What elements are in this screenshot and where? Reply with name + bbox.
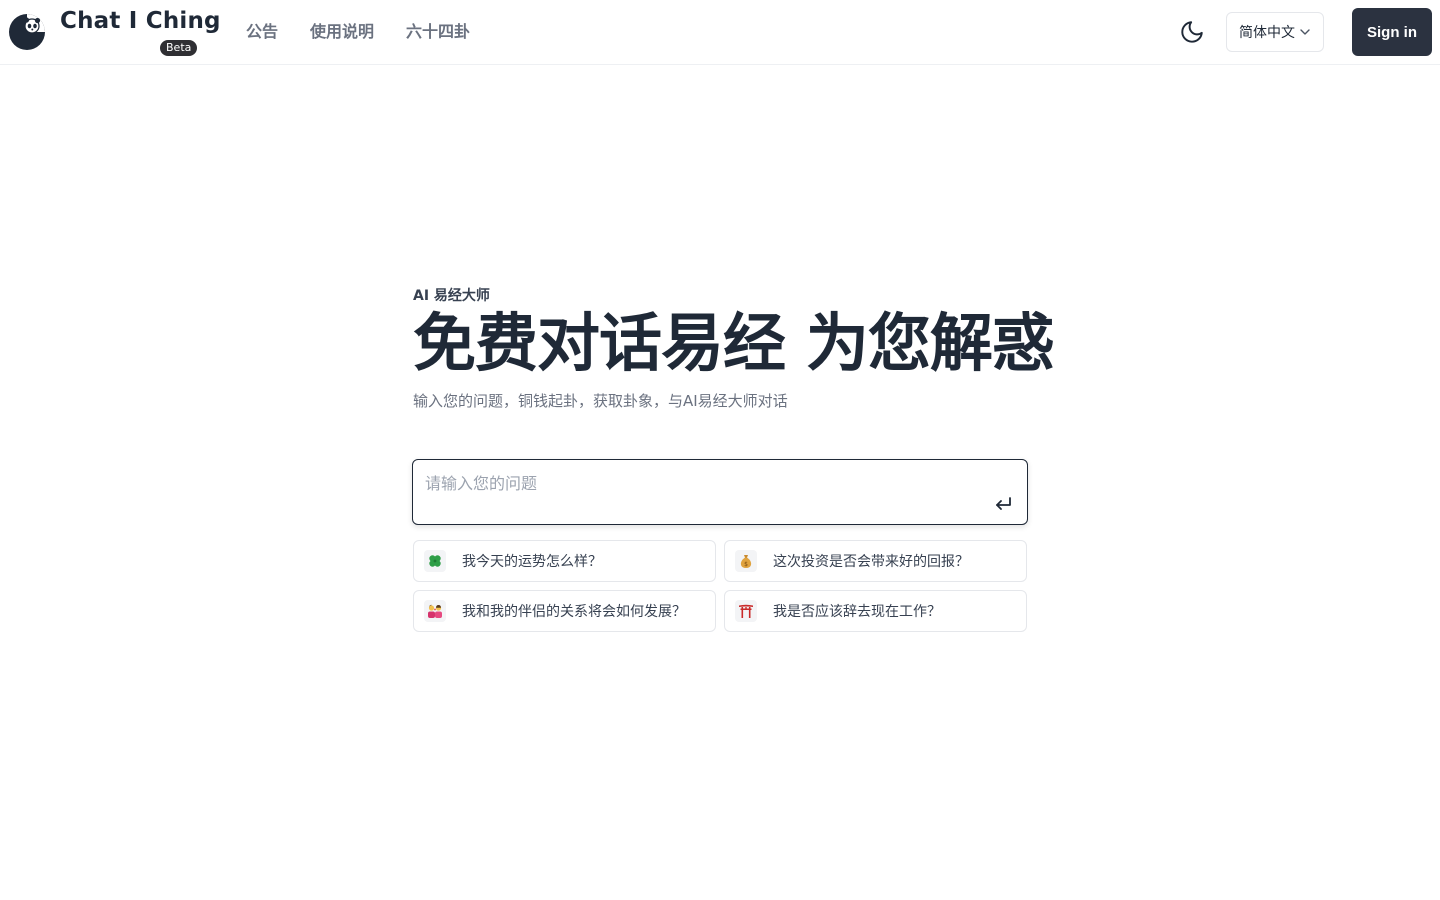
- nav-hexagrams[interactable]: 六十四卦: [406, 21, 470, 43]
- nav-instructions[interactable]: 使用说明: [310, 21, 374, 43]
- couple-icon: [424, 600, 446, 622]
- language-label: 简体中文: [1239, 25, 1295, 41]
- four-leaf-clover-icon: [424, 550, 446, 572]
- suggestion-text: 我今天的运势怎么样？: [462, 554, 602, 570]
- language-select[interactable]: 简体中文: [1226, 12, 1324, 52]
- suggestion-text: 我和我的伴侣的关系将会如何发展？: [462, 604, 686, 620]
- question-input-container: [412, 459, 1028, 525]
- main-nav: 公告 使用说明 六十四卦: [246, 21, 470, 43]
- question-input[interactable]: [413, 460, 973, 524]
- nav-announcements[interactable]: 公告: [246, 21, 278, 43]
- moon-icon: [1181, 21, 1203, 43]
- top-bar: Chat I Ching Beta 公告 使用说明 六十四卦 简体中文 Sign…: [0, 0, 1440, 65]
- suggestion-card[interactable]: 我和我的伴侣的关系将会如何发展？: [413, 590, 716, 632]
- torii-gate-icon: [735, 600, 757, 622]
- panda-logo-icon[interactable]: [8, 13, 46, 51]
- suggestion-card[interactable]: 我是否应该辞去现在工作？: [724, 590, 1027, 632]
- theme-toggle-button[interactable]: [1176, 16, 1208, 48]
- suggestion-card[interactable]: 我今天的运势怎么样？: [413, 540, 716, 582]
- money-bag-icon: $: [735, 550, 757, 572]
- sign-in-button[interactable]: Sign in: [1352, 8, 1432, 56]
- page-subtitle: 输入您的问题，铜钱起卦，获取卦象，与AI易经大师对话: [413, 392, 788, 410]
- eyebrow-label: AI 易经大师: [413, 288, 490, 304]
- suggestion-grid: 我今天的运势怎么样？ $ 这次投资是否会带来好的回报？ 我和我的伴侣的关系将会如…: [413, 540, 1027, 632]
- svg-text:$: $: [744, 561, 748, 568]
- suggestion-card[interactable]: $ 这次投资是否会带来好的回报？: [724, 540, 1027, 582]
- chevron-down-icon: [1300, 29, 1310, 35]
- enter-icon[interactable]: [993, 495, 1015, 513]
- beta-badge: Beta: [160, 40, 198, 56]
- suggestion-text: 我是否应该辞去现在工作？: [773, 604, 941, 620]
- page-title: 免费对话易经 为您解惑: [413, 307, 1055, 380]
- suggestion-text: 这次投资是否会带来好的回报？: [773, 554, 969, 570]
- brand-name[interactable]: Chat I Ching: [60, 8, 221, 34]
